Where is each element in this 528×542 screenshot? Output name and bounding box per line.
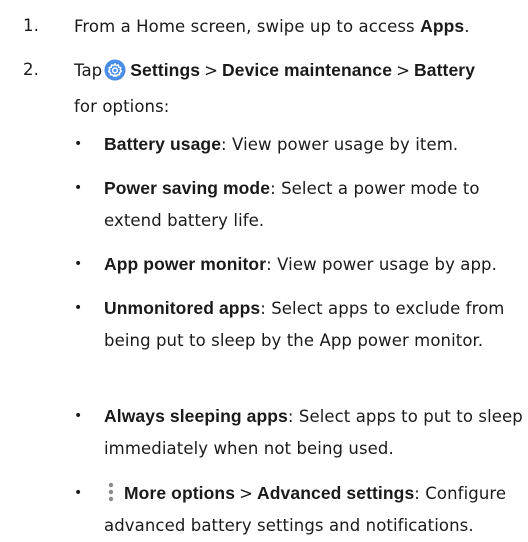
more-options-term: More options xyxy=(124,483,236,503)
separator: > xyxy=(396,61,411,80)
separator: > xyxy=(204,61,219,80)
battery-usage-term: Battery usage xyxy=(104,134,222,154)
bullet: • xyxy=(74,136,83,152)
device-maintenance-term: Device maintenance xyxy=(222,60,393,80)
list-item-text: Always sleeping apps: Select apps to put… xyxy=(104,400,524,465)
bullet: • xyxy=(74,485,83,501)
power-saving-mode-term: Power saving mode xyxy=(104,178,271,198)
apps-term: Apps xyxy=(420,16,465,36)
step-text-after: for options: xyxy=(74,97,170,116)
separator: > xyxy=(239,484,253,503)
step-text-after: . xyxy=(464,17,470,36)
step-text: Tap Settings > Device maintenance > Battery … xyxy=(74,58,514,119)
list-item-text: Unmonitored apps: Select apps to exclude… xyxy=(104,292,524,357)
list-item-text: More options > Advanced settings: Configur… xyxy=(104,477,524,542)
bullet: • xyxy=(74,300,83,316)
settings-term: Settings xyxy=(130,60,201,80)
list-item-text: App power monitor: View power usage by a… xyxy=(104,252,524,277)
step-number: 1. xyxy=(23,16,39,35)
battery-term: Battery xyxy=(414,60,476,80)
step-number: 2. xyxy=(23,60,39,79)
always-sleeping-apps-term: Always sleeping apps xyxy=(104,406,288,426)
battery-instructions: 1. From a Home screen, swipe up to acces… xyxy=(0,0,528,535)
bullet: • xyxy=(74,408,83,424)
description: : View power usage by item. xyxy=(221,135,459,154)
bullet: • xyxy=(74,256,83,272)
unmonitored-apps-term: Unmonitored apps xyxy=(104,298,261,318)
list-item-text: Power saving mode: Select a power mode t… xyxy=(104,172,524,237)
app-power-monitor-term: App power monitor xyxy=(104,254,267,274)
tap-word: Tap xyxy=(74,61,103,80)
advanced-settings-term: Advanced settings xyxy=(257,483,415,503)
more-options-icon xyxy=(108,482,114,502)
step-text: From a Home screen, swipe up to access A… xyxy=(74,14,514,39)
step-text-before: From a Home screen, swipe up to access xyxy=(74,17,421,36)
description: : View power usage by app. xyxy=(266,255,497,274)
settings-gear-icon xyxy=(104,59,126,81)
list-item-text: Battery usage: View power usage by item. xyxy=(104,132,524,157)
bullet: • xyxy=(74,180,83,196)
